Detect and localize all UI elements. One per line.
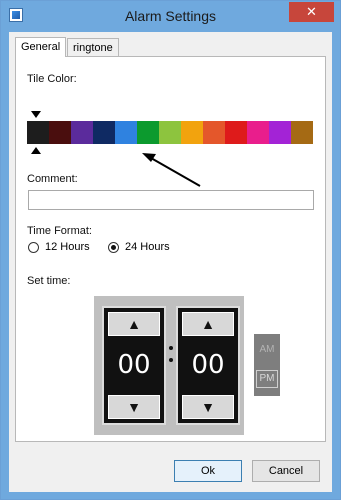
radio-12-hours[interactable]: 12 Hours [28,241,90,253]
ok-button[interactable]: Ok [174,460,242,482]
cancel-button[interactable]: Cancel [252,460,320,482]
am-button[interactable]: AM [256,342,278,360]
title-bar[interactable]: Alarm Settings ✕ [1,1,340,32]
set-time-label: Set time: [27,275,71,287]
arrow-up-icon: ▲ [127,316,141,332]
hours-value[interactable]: 00 [104,350,164,380]
time-separator [169,342,173,366]
dialog-body: General ringtone Tile Color: Comment: Ti… [9,32,332,492]
pm-button[interactable]: PM [256,370,278,388]
radio-12-hours-label: 12 Hours [45,241,90,253]
close-button[interactable]: ✕ [289,2,334,22]
radio-24-hours-button[interactable] [108,241,119,253]
tab-ringtone[interactable]: ringtone [67,38,119,56]
radio-12-hours-button[interactable] [28,241,39,253]
time-format-label: Time Format: [27,225,92,237]
hours-down-button[interactable]: ▼ [108,395,160,419]
radio-24-hours-label: 24 Hours [125,241,170,253]
comment-label: Comment: [27,173,78,185]
radio-24-hours[interactable]: 24 Hours [108,241,170,253]
am-pm-selector: AM PM [254,334,280,396]
arrow-down-icon: ▼ [127,399,141,415]
hours-up-button[interactable]: ▲ [108,312,160,336]
tab-general[interactable]: General [15,37,67,57]
time-picker: ▲ 00 ▼ ▲ 00 ▼ [94,296,244,435]
arrow-down-icon: ▼ [201,399,215,415]
minutes-up-button[interactable]: ▲ [182,312,234,336]
arrow-up-icon: ▲ [201,316,215,332]
comment-input[interactable] [28,190,314,210]
hours-spinner: ▲ 00 ▼ [102,306,166,425]
minutes-spinner: ▲ 00 ▼ [176,306,240,425]
close-icon: ✕ [306,4,317,19]
minutes-value[interactable]: 00 [178,350,238,380]
alarm-settings-window: Alarm Settings ✕ General ringtone Tile C… [0,0,341,500]
minutes-down-button[interactable]: ▼ [182,395,234,419]
general-tab-panel: Tile Color: Comment: Time Format: 12 Hou… [15,56,326,442]
